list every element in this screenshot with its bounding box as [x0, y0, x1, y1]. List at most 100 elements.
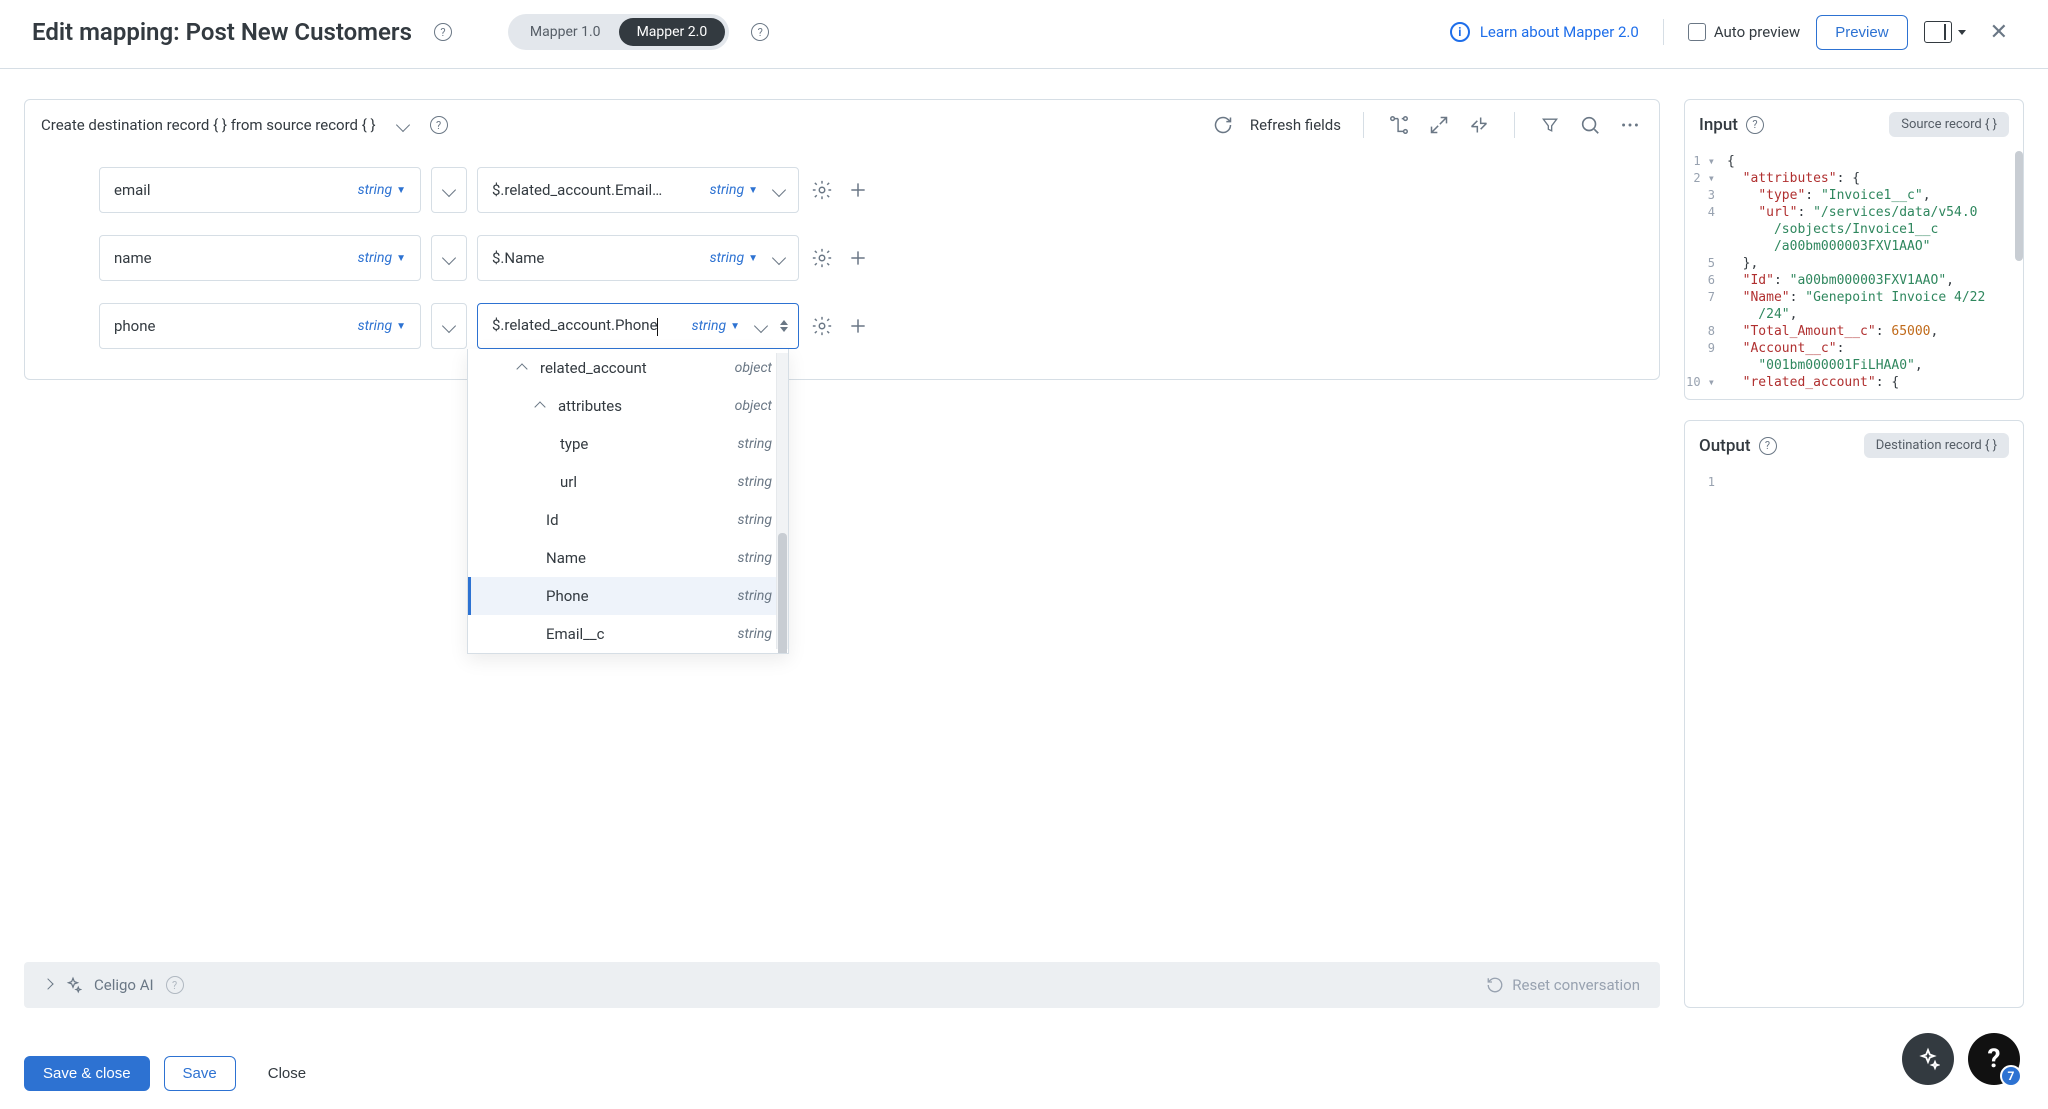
close-button[interactable]: Close: [250, 1057, 324, 1090]
reset-conversation-button[interactable]: Reset conversation: [1486, 976, 1640, 994]
refresh-icon[interactable]: [1210, 112, 1236, 138]
mapping-header-expand[interactable]: [390, 112, 416, 138]
auto-preview-checkbox[interactable]: [1688, 23, 1706, 41]
ai-fab[interactable]: [1902, 1033, 1954, 1085]
help-fab[interactable]: ? 7: [1968, 1033, 2020, 1085]
mapping-header-help-icon[interactable]: ?: [430, 116, 448, 134]
input-gutter: 1 ▾ 2 ▾ 3 4 5 6 7 8 9 10 ▾: [1685, 153, 1721, 399]
layout-switcher[interactable]: [1924, 21, 1966, 43]
dest-type-selector[interactable]: string▼: [358, 250, 406, 266]
add-row-button[interactable]: [845, 313, 871, 339]
info-icon: i: [1450, 22, 1470, 42]
ai-bar: Celigo AI ? Reset conversation: [24, 962, 1660, 1008]
mapper-1-option[interactable]: Mapper 1.0: [512, 18, 619, 46]
more-icon[interactable]: [1617, 112, 1643, 138]
src-dropdown-toggle[interactable]: [768, 249, 790, 267]
collapse-icon[interactable]: [1466, 112, 1492, 138]
layout-icon: [1924, 21, 1952, 43]
divider: [1514, 112, 1515, 138]
mapper-help-icon[interactable]: ?: [751, 23, 769, 41]
src-field-value: $.Name: [492, 249, 704, 267]
chevron-right-icon[interactable]: [42, 978, 53, 989]
dest-expand-button[interactable]: [431, 303, 467, 349]
input-code-body: { "attributes": { "type": "Invoice1__c",…: [1727, 153, 2023, 391]
src-field[interactable]: $.Name string▼: [477, 235, 799, 281]
close-icon[interactable]: ✕: [1982, 16, 2016, 49]
title-help-icon[interactable]: ?: [434, 23, 452, 41]
dest-field[interactable]: email string▼: [99, 167, 421, 213]
dropdown-item[interactable]: Name string: [468, 539, 788, 577]
mapping-row: phone string▼ $.related_account.Phone st…: [99, 303, 1639, 349]
refresh-label[interactable]: Refresh fields: [1250, 116, 1341, 134]
expand-icon[interactable]: [1426, 112, 1452, 138]
input-panel: Input ? Source record { } 1 ▾ 2 ▾ 3 4 5 …: [1684, 99, 2024, 400]
src-type-selector[interactable]: string▼: [710, 250, 758, 266]
src-dropdown-toggle[interactable]: [768, 181, 790, 199]
src-field[interactable]: $.related_account.Phone string▼: [477, 303, 799, 349]
search-icon[interactable]: [1577, 112, 1603, 138]
text-cursor: [657, 318, 658, 336]
src-type-selector[interactable]: string▼: [710, 182, 758, 198]
input-help-icon[interactable]: ?: [1746, 116, 1764, 134]
code-scrollbar[interactable]: [2015, 151, 2023, 261]
dest-type-selector[interactable]: string▼: [358, 182, 406, 198]
src-field-value: $.related_account.Email…: [492, 181, 704, 199]
chevron-down-icon: [1958, 30, 1966, 35]
ai-help-icon[interactable]: ?: [166, 976, 184, 994]
auto-preview-toggle[interactable]: Auto preview: [1688, 23, 1800, 41]
dest-field-value: name: [114, 249, 350, 267]
chevron-up-icon: [534, 401, 545, 412]
src-dropdown-toggle[interactable]: [750, 317, 772, 335]
mapping-row: email string▼ $.related_account.Email… s…: [99, 167, 1639, 213]
divider: [1363, 112, 1364, 138]
dest-type-selector[interactable]: string▼: [358, 318, 406, 334]
mapping-card: Create destination record { } from sourc…: [24, 99, 1660, 380]
spinner-control[interactable]: [778, 320, 790, 332]
filter-icon[interactable]: [1537, 112, 1563, 138]
auto-preview-label: Auto preview: [1714, 23, 1800, 41]
dest-field[interactable]: name string▼: [99, 235, 421, 281]
learn-link[interactable]: Learn about Mapper 2.0: [1480, 23, 1639, 41]
output-code[interactable]: 1: [1685, 470, 2023, 640]
dropdown-item[interactable]: url string: [468, 463, 788, 501]
chevron-up-icon: [516, 363, 527, 374]
dropdown-item[interactable]: related_account object: [468, 349, 788, 387]
add-row-button[interactable]: [845, 177, 871, 203]
page-title: Edit mapping: Post New Customers: [32, 18, 412, 46]
footer: Save & close Save Close: [0, 1038, 2048, 1109]
dest-expand-button[interactable]: [431, 167, 467, 213]
gear-icon[interactable]: [809, 177, 835, 203]
dropdown-scrollbar[interactable]: [776, 353, 788, 649]
mapping-row: name string▼ $.Name string▼: [99, 235, 1639, 281]
sparkle-icon: [64, 976, 82, 994]
dest-field-value: phone: [114, 317, 350, 335]
src-type-selector[interactable]: string▼: [692, 318, 740, 334]
preview-button[interactable]: Preview: [1816, 15, 1907, 50]
src-suggestions-dropdown: related_account object attributes object…: [467, 349, 789, 654]
divider: [1663, 19, 1664, 45]
src-field[interactable]: $.related_account.Email… string▼: [477, 167, 799, 213]
gear-icon[interactable]: [809, 313, 835, 339]
dest-expand-button[interactable]: [431, 235, 467, 281]
mapping-header-label: Create destination record { } from sourc…: [41, 116, 376, 134]
output-gutter: 1: [1685, 474, 1721, 640]
save-button[interactable]: Save: [164, 1056, 236, 1091]
src-field-value: $.related_account.Phone: [492, 316, 686, 335]
save-close-button[interactable]: Save & close: [24, 1056, 150, 1091]
dropdown-item[interactable]: type string: [468, 425, 788, 463]
output-help-icon[interactable]: ?: [1759, 437, 1777, 455]
dropdown-item[interactable]: Id string: [468, 501, 788, 539]
input-code[interactable]: 1 ▾ 2 ▾ 3 4 5 6 7 8 9 10 ▾ { "attributes…: [1685, 149, 2023, 399]
output-panel: Output ? Destination record { } 1: [1684, 420, 2024, 1008]
dropdown-item[interactable]: Email__c string: [468, 615, 788, 653]
input-badge: Source record { }: [1889, 112, 2009, 137]
output-title: Output: [1699, 436, 1751, 456]
dropdown-item[interactable]: attributes object: [468, 387, 788, 425]
add-row-button[interactable]: [845, 245, 871, 271]
dest-field[interactable]: phone string▼: [99, 303, 421, 349]
output-badge: Destination record { }: [1864, 433, 2009, 458]
mapper-2-option[interactable]: Mapper 2.0: [619, 18, 726, 46]
tree-icon[interactable]: [1386, 112, 1412, 138]
gear-icon[interactable]: [809, 245, 835, 271]
dropdown-item[interactable]: Phone string: [468, 577, 788, 615]
